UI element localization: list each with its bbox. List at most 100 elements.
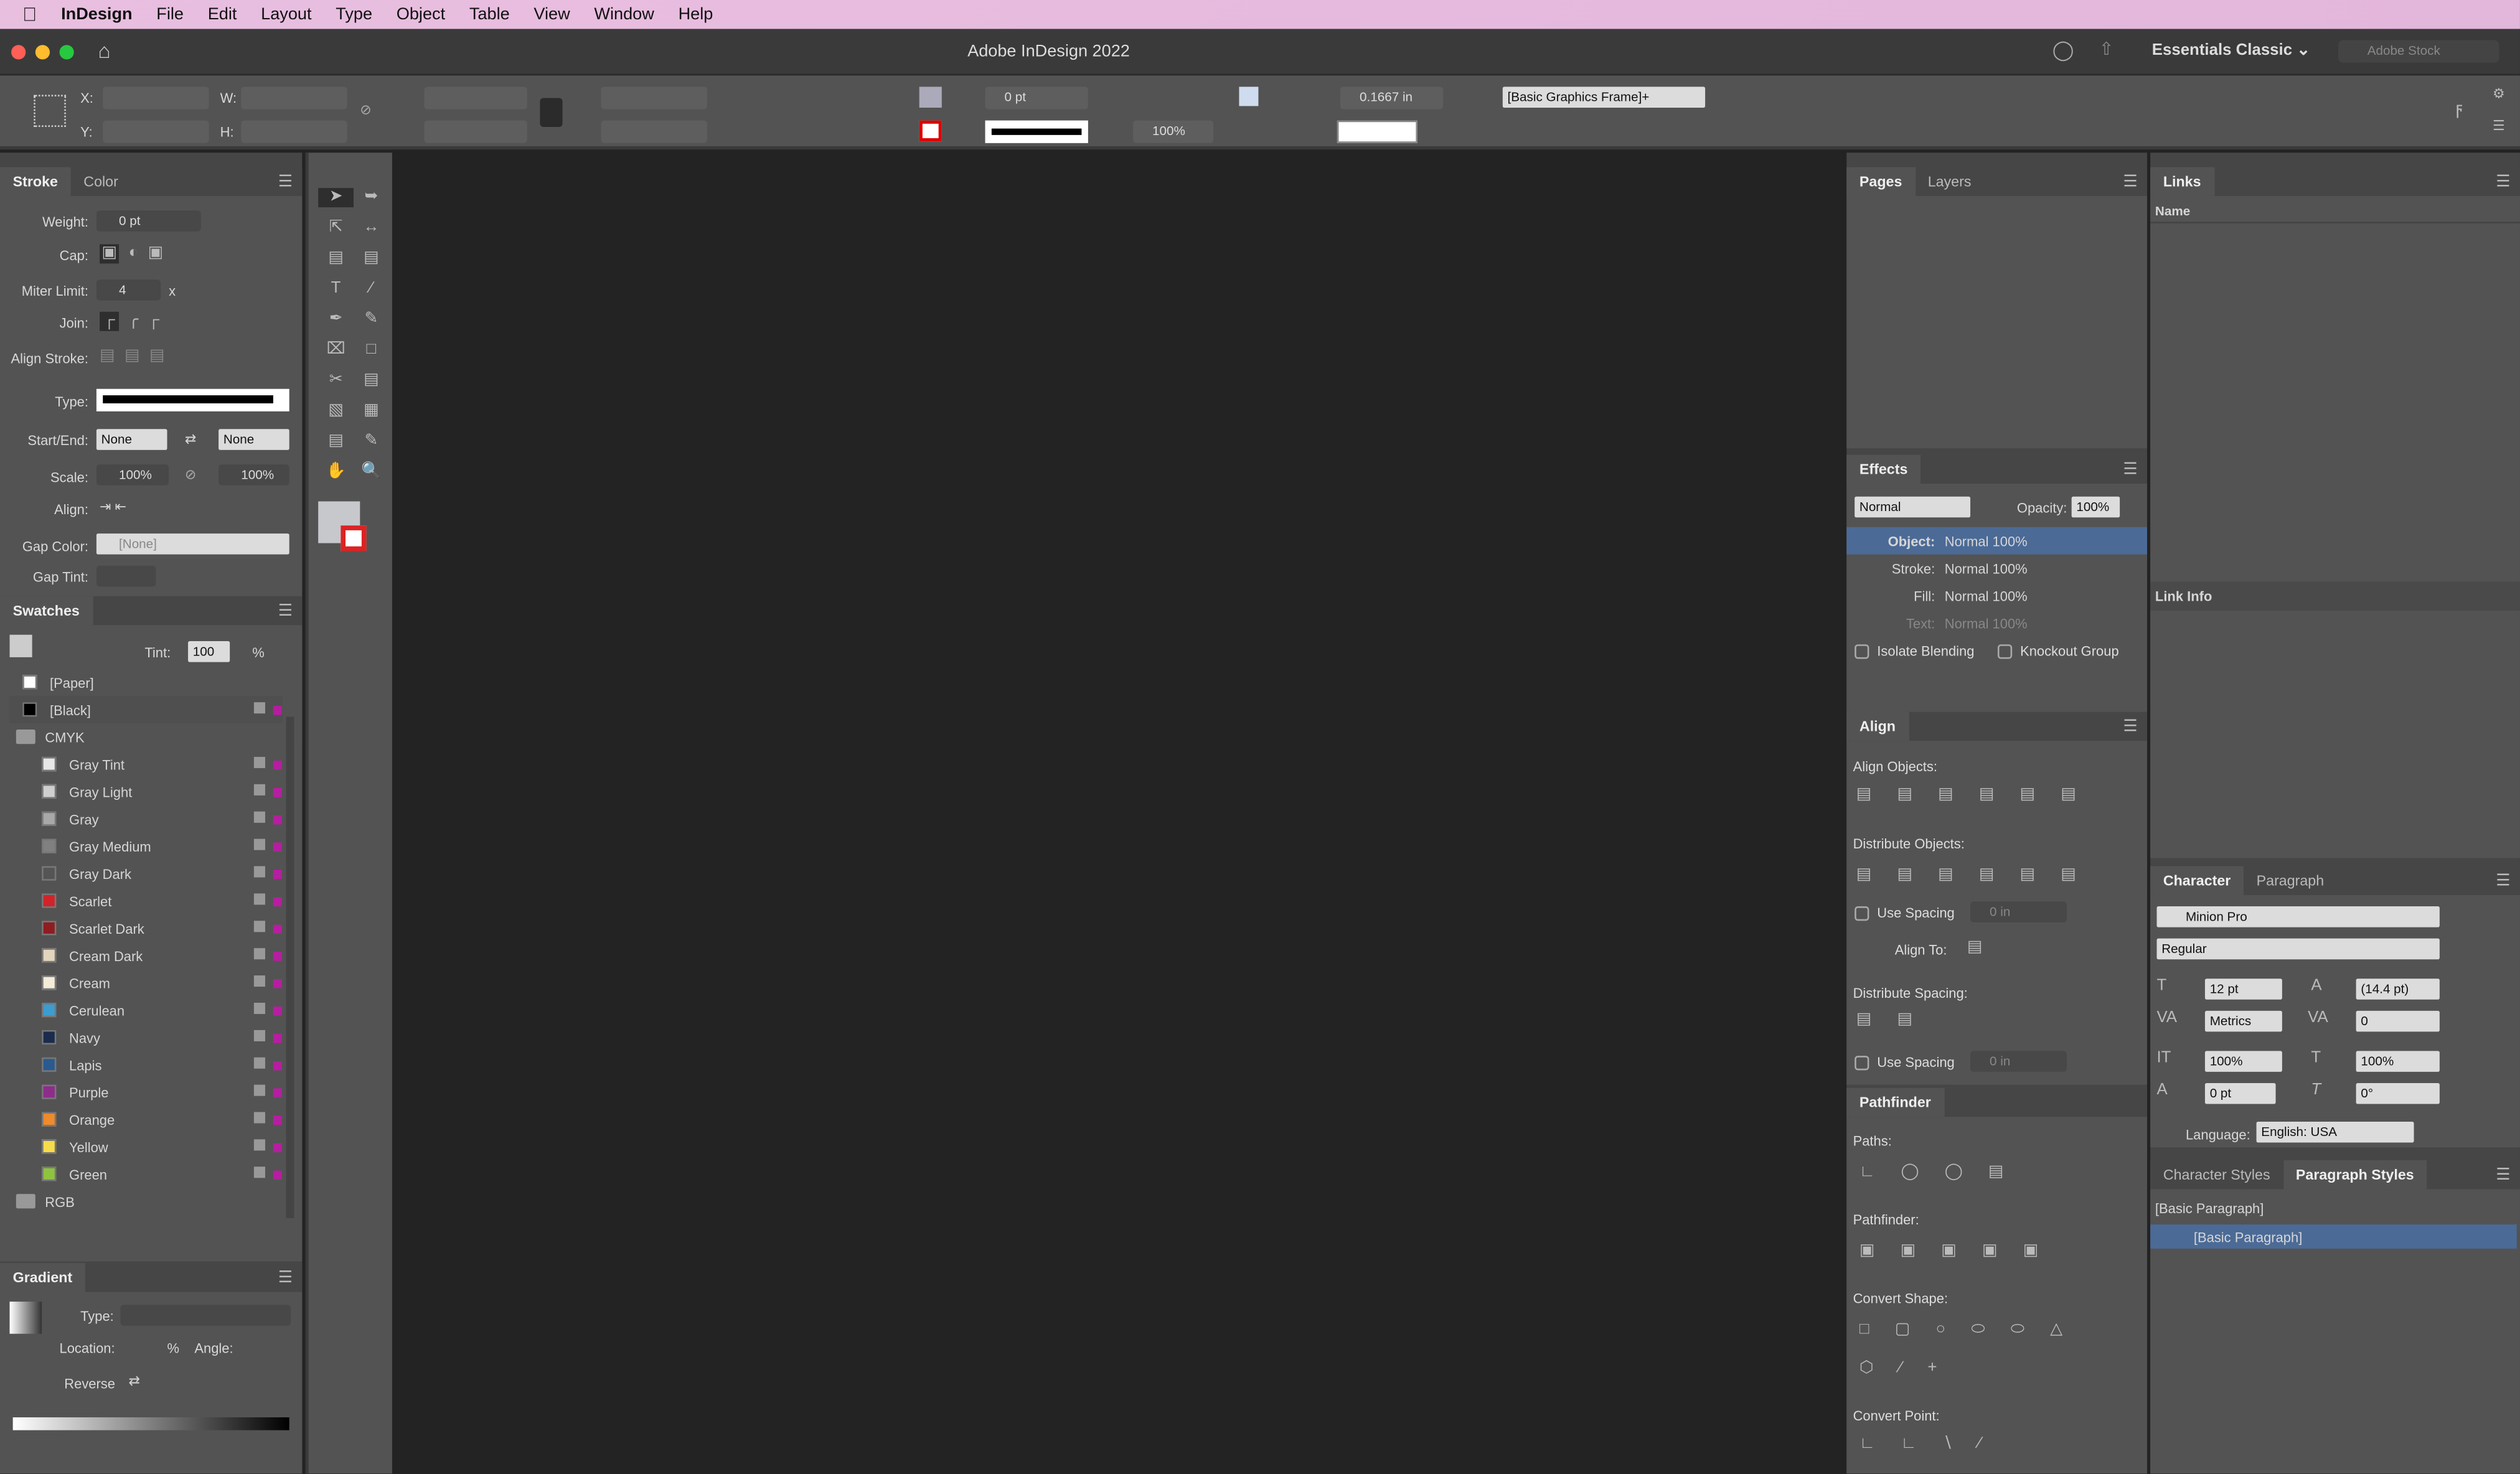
tab-pathfinder[interactable]: Pathfinder xyxy=(1846,1087,1944,1117)
projecting-cap-icon[interactable]: ▣ xyxy=(148,244,163,263)
zoom-tool-icon[interactable]: 🔍 xyxy=(354,463,389,482)
scissors-tool-icon[interactable]: ✂ xyxy=(318,371,354,390)
swatch-item[interactable]: Navy ▦ xyxy=(9,1023,283,1051)
link-info-header[interactable]: Link Info xyxy=(2150,581,2520,611)
butt-cap-icon[interactable]: ▣ xyxy=(100,244,120,264)
tracking-field[interactable]: 0 xyxy=(2356,1010,2440,1032)
panel-menu-icon[interactable]: ☰ xyxy=(2496,872,2510,890)
gear-icon[interactable]: ⚙ xyxy=(2493,85,2505,103)
canvas[interactable] xyxy=(393,153,1844,1474)
effect-row[interactable]: Text: Normal 100% xyxy=(1846,609,2147,636)
font-size-field[interactable]: 12 pt xyxy=(2204,979,2282,1000)
gradient-swatch-tool-icon[interactable]: ▧ xyxy=(318,401,354,421)
weight-field[interactable]: 0 pt xyxy=(96,210,201,232)
stock-search-input[interactable]: Adobe Stock xyxy=(2338,40,2499,63)
panel-menu-icon[interactable]: ☰ xyxy=(2123,718,2137,735)
menu-window[interactable]: Window xyxy=(594,5,654,24)
align-center-icon[interactable]: ▤ xyxy=(100,347,115,367)
distribute-spacing-buttons[interactable]: ▤▤ xyxy=(1856,1011,1938,1030)
effect-row[interactable]: Fill: Normal 100% xyxy=(1846,582,2147,609)
swatch-item[interactable]: Gray Dark ▦ xyxy=(9,860,283,887)
panel-menu-icon[interactable]: ☰ xyxy=(2123,173,2137,190)
menu-help[interactable]: Help xyxy=(679,5,713,24)
stroke-type-dropdown[interactable] xyxy=(985,120,1088,143)
swatch-item[interactable]: Cerulean ▦ xyxy=(9,997,283,1024)
swatch-item[interactable]: Cream ▦ xyxy=(9,969,283,997)
shear-field[interactable] xyxy=(601,120,707,143)
align-inside-icon[interactable]: ▤ xyxy=(125,347,139,367)
page-tool-icon[interactable]: ⇱ xyxy=(318,218,354,238)
horizontal-scale-field[interactable]: 100% xyxy=(2356,1051,2440,1072)
swatch-item[interactable]: Purple ▦ xyxy=(9,1078,283,1106)
swap-icon[interactable]: ⇄ xyxy=(185,431,196,448)
stroke-weight-field[interactable]: 0 pt xyxy=(985,87,1088,110)
frame-fitting-box[interactable] xyxy=(1337,120,1418,143)
share-icon[interactable]: ⇧ xyxy=(2099,39,2114,60)
stroke-type-dropdown[interactable] xyxy=(96,388,289,411)
panel-menu-icon[interactable]: ☰ xyxy=(2123,461,2137,478)
blend-mode-dropdown[interactable]: Normal xyxy=(1855,496,1971,518)
convert-shape-buttons-2[interactable]: ⬡∕+ xyxy=(1859,1359,1963,1379)
kerning-field[interactable]: Metrics xyxy=(2204,1010,2282,1032)
links-column-name[interactable]: Name xyxy=(2150,199,2520,223)
swatch-item[interactable]: Orange ▦ xyxy=(9,1106,283,1133)
isolate-checkbox[interactable] xyxy=(1855,644,1869,660)
panel-menu-icon[interactable]: ☰ xyxy=(2496,173,2510,190)
tab-pages[interactable]: Pages xyxy=(1846,167,1916,196)
knockout-checkbox[interactable] xyxy=(1997,644,2013,660)
content-placer-icon[interactable]: ▤ xyxy=(354,249,389,268)
pathfinder-buttons[interactable]: ▣▣▣▣▣ xyxy=(1859,1242,2064,1262)
pencil-tool-icon[interactable]: ✎ xyxy=(354,310,389,329)
round-join-icon[interactable]: ╭ xyxy=(129,312,139,331)
menu-object[interactable]: Object xyxy=(397,5,445,24)
opacity-field[interactable]: 100% xyxy=(2071,496,2120,518)
line-tool-icon[interactable]: ∕ xyxy=(354,279,389,299)
reference-point-icon[interactable] xyxy=(34,95,66,127)
eyedropper-tool-icon[interactable]: ✎ xyxy=(354,432,389,451)
menu-view[interactable]: View xyxy=(534,5,570,24)
end-dropdown[interactable]: None xyxy=(219,429,289,450)
stroke-swatch[interactable] xyxy=(919,120,942,142)
menu-app[interactable]: InDesign xyxy=(61,5,132,24)
panel-menu-icon[interactable]: ☰ xyxy=(278,602,293,619)
y-field[interactable] xyxy=(103,120,209,143)
workspace-switcher[interactable]: Essentials Classic ⌄ xyxy=(2152,42,2310,59)
rectangle-tool-icon[interactable]: □ xyxy=(354,340,389,360)
selection-tool-icon[interactable]: ➤ xyxy=(318,188,354,208)
swatch-item[interactable]: Scarlet ▦ xyxy=(9,887,283,914)
w-field[interactable] xyxy=(241,87,347,110)
gradient-ramp[interactable] xyxy=(12,1417,289,1430)
swatch-item[interactable]: Cream Dark ▦ xyxy=(9,942,283,969)
rotation-field[interactable] xyxy=(601,87,707,110)
spacing2-field[interactable]: 0 in xyxy=(1970,1051,2067,1072)
language-dropdown[interactable]: English: USA xyxy=(2256,1121,2414,1143)
scale-start-field[interactable]: 100% xyxy=(96,464,169,486)
swatch-item[interactable]: [Black] ▦ xyxy=(9,695,283,723)
gap-color-dropdown[interactable]: [None] xyxy=(96,533,289,555)
use-spacing-checkbox[interactable] xyxy=(1855,906,1869,921)
effect-row[interactable]: Stroke: Normal 100% xyxy=(1846,555,2147,582)
convert-shape-buttons[interactable]: □▢○⬭⬭△ xyxy=(1859,1321,2088,1340)
swatch-item[interactable]: Yellow ▦ xyxy=(9,1133,283,1160)
style-item[interactable]: [Basic Paragraph] xyxy=(2150,1224,2517,1249)
menu-edit[interactable]: Edit xyxy=(208,5,237,24)
miter-field[interactable]: 4 xyxy=(96,279,161,301)
hand-tool-icon[interactable]: ✋ xyxy=(318,463,354,482)
swatch-item[interactable]: Gray Medium ▦ xyxy=(9,832,283,860)
swatch-item[interactable]: Lapis ▦ xyxy=(9,1051,283,1078)
menu-type[interactable]: Type xyxy=(336,5,372,24)
content-collector-icon[interactable]: ▤ xyxy=(318,249,354,268)
effect-row[interactable]: Object: Normal 100% xyxy=(1846,527,2147,555)
swatch-item[interactable]: Scarlet Dark ▦ xyxy=(9,914,283,942)
gradient-feather-tool-icon[interactable]: ▦ xyxy=(354,401,389,421)
swatch-item[interactable]: Gray ▦ xyxy=(9,805,283,832)
panel-menu-icon[interactable]: ☰ xyxy=(278,1269,293,1286)
baseline-shift-field[interactable]: 0 pt xyxy=(2204,1082,2276,1104)
type-tool-icon[interactable]: T xyxy=(318,279,354,299)
scale-x-field[interactable] xyxy=(424,87,527,110)
tab-character[interactable]: Character xyxy=(2150,866,2244,895)
tab-swatches[interactable]: Swatches xyxy=(0,596,93,626)
free-transform-tool-icon[interactable]: ▤ xyxy=(354,371,389,390)
tab-gradient[interactable]: Gradient xyxy=(0,1263,85,1292)
menu-table[interactable]: Table xyxy=(469,5,510,24)
